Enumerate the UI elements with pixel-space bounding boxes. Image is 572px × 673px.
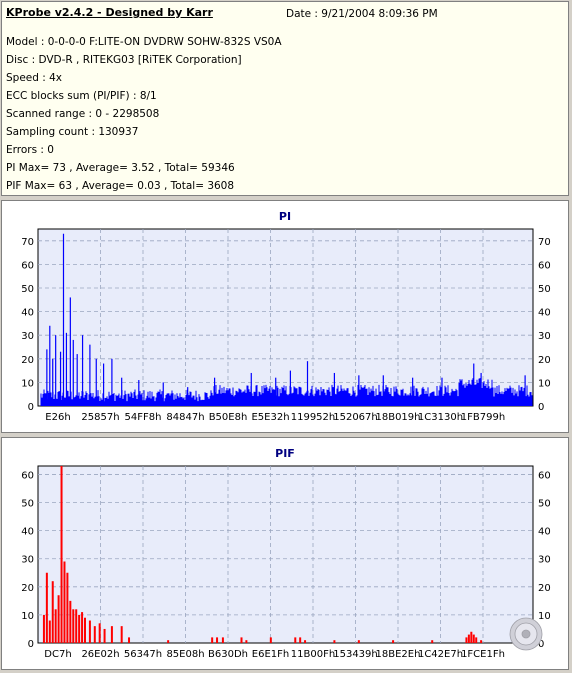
pif-ytick-right: 20 xyxy=(538,583,551,594)
pif-xtick-label: 153439h xyxy=(333,649,378,660)
pif-ytick-left: 40 xyxy=(21,527,34,538)
pi-ytick-right: 40 xyxy=(538,308,551,319)
pi-ytick-left: 0 xyxy=(28,402,34,413)
pif-ytick-right: 40 xyxy=(538,527,551,538)
pif-ytick-left: 50 xyxy=(21,499,34,510)
pi-ytick-right: 20 xyxy=(538,355,551,366)
errors-line: Errors : 0 xyxy=(6,144,54,156)
pif-xtick-label: 11B00Fh xyxy=(291,649,335,660)
pi-xtick-label: 1FB799h xyxy=(461,412,505,423)
pi-ytick-right: 70 xyxy=(538,237,551,248)
disc-logo-ring xyxy=(521,629,531,639)
pi-ytick-right: 10 xyxy=(538,378,551,389)
pi-ytick-right: 30 xyxy=(538,331,551,342)
pif-ytick-right: 30 xyxy=(538,555,551,566)
pif-ytick-left: 0 xyxy=(28,639,34,650)
pi-xtick-label: E5E32h xyxy=(251,412,289,423)
pi-chart-title: PI xyxy=(279,210,291,223)
pi-xtick-label: 152067h xyxy=(333,412,378,423)
pif-xtick-label: 1C42E7h xyxy=(418,649,463,660)
pi-xtick-label: E26h xyxy=(45,412,70,423)
pif-ytick-right: 50 xyxy=(538,499,551,510)
sampling-line: Sampling count : 130937 xyxy=(6,126,139,138)
pi-chart: PI 0 0 10 10 20 20 30 30 40 40 50 50 60 60 70 70 E26h 2585… xyxy=(21,210,551,423)
scan-date: Date : 9/21/2004 8:09:36 PM xyxy=(286,8,438,20)
pi-xtick-label: 119952h xyxy=(291,412,336,423)
disc-logo-icon xyxy=(509,617,543,651)
pif-summary-line: PIF Max= 63 , Average= 0.03 , Total= 360… xyxy=(6,180,235,192)
pif-xtick-label: B630Dh xyxy=(208,649,248,660)
speed-line: Speed : 4x xyxy=(6,72,63,84)
pif-chart-title: PIF xyxy=(275,447,295,460)
pi-xtick-label: 54FF8h xyxy=(125,412,162,423)
pi-ytick-right: 50 xyxy=(538,284,551,295)
pi-ytick-left: 70 xyxy=(21,237,34,248)
app-title: KProbe v2.4.2 - Designed by Karr xyxy=(6,6,213,19)
pif-ytick-left: 30 xyxy=(21,555,34,566)
pi-ytick-left: 20 xyxy=(21,355,34,366)
pif-chart-panel: PIF 0 0 10 10 20 20 30 30 40 40 50 50 60 60 DC7h 26E02h 5… xyxy=(1,437,569,670)
pif-xtick-label: 56347h xyxy=(124,649,162,660)
info-lines: Model : 0-0-0-0 F:LITE-ON DVDRW SOHW-832… xyxy=(6,33,282,195)
info-panel: KProbe v2.4.2 - Designed by Karr Date : … xyxy=(1,1,569,196)
pif-xtick-label: 26E02h xyxy=(81,649,119,660)
pi-xtick-label: 18B019h xyxy=(375,412,420,423)
range-line: Scanned range : 0 - 2298508 xyxy=(6,108,160,120)
pif-ytick-right: 10 xyxy=(538,611,551,622)
pif-xtick-label: 18BE2Eh xyxy=(376,649,421,660)
pif-chart: PIF0 010 1020 2030 3040 4050 5060 60DC7h 26E02h 5… xyxy=(21,447,551,660)
pi-ytick-left: 40 xyxy=(21,308,34,319)
pif-xtick-label: E6E1Fh xyxy=(252,649,289,660)
pi-ytick-left: 10 xyxy=(21,378,34,389)
pi-xtick-label: 84847h xyxy=(166,412,204,423)
pif-ytick-right: 60 xyxy=(538,470,551,481)
pi-ytick-left: 30 xyxy=(21,331,34,342)
disc-line: Disc : DVD-R , RITEKG03 [RiTEK Corporati… xyxy=(6,54,242,66)
pif-xtick-label: 1FCE1Fh xyxy=(461,649,505,660)
pif-xtick-label: 85E08h xyxy=(166,649,204,660)
pi-xtick-label: B50E8h xyxy=(209,412,248,423)
pi-xtick-label: 1C3130h xyxy=(418,412,463,423)
pif-xtick-label: DC7h xyxy=(44,649,71,660)
pi-xtick-label: 25857h xyxy=(81,412,119,423)
model-line: Model : 0-0-0-0 F:LITE-ON DVDRW SOHW-832… xyxy=(6,36,282,48)
pif-ytick-left: 60 xyxy=(21,470,34,481)
pi-summary-line: PI Max= 73 , Average= 3.52 , Total= 5934… xyxy=(6,162,235,174)
pif-ytick-left: 10 xyxy=(21,611,34,622)
pif-plot-area xyxy=(37,465,534,644)
pi-ytick-right: 60 xyxy=(538,260,551,271)
pi-ytick-right: 0 xyxy=(538,402,544,413)
pi-ytick-left: 50 xyxy=(21,284,34,295)
ecc-line: ECC blocks sum (PI/PIF) : 8/1 xyxy=(6,90,157,102)
pi-chart-panel: PI 0 0 10 10 20 20 30 30 40 40 50 50 60 60 70 70 E26h 2585… xyxy=(1,200,569,433)
pif-ytick-left: 20 xyxy=(21,583,34,594)
pi-ytick-left: 60 xyxy=(21,260,34,271)
